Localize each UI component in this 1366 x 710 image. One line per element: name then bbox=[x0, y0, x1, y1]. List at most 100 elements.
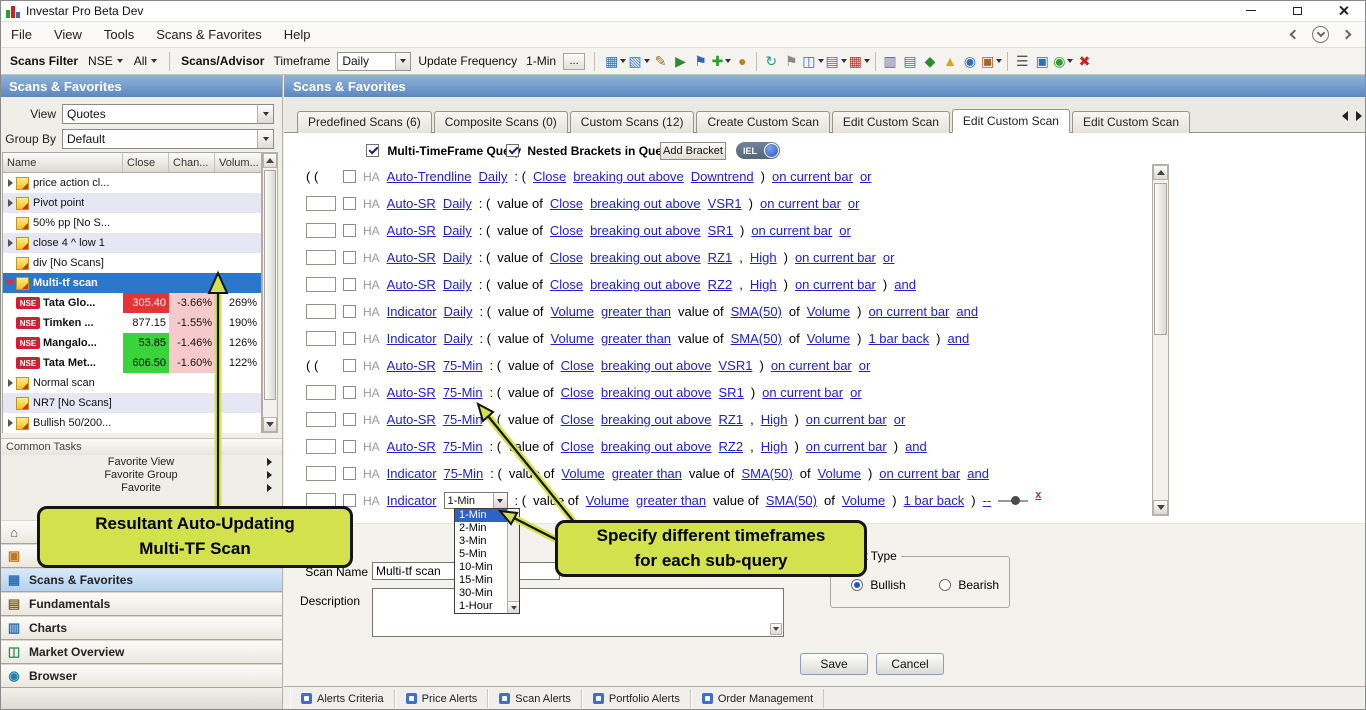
scan-row-nr7-no-scans[interactable]: NR7 [No Scans] bbox=[3, 393, 261, 413]
scroll-down-button[interactable] bbox=[263, 417, 277, 432]
bottom-tab-price-alerts[interactable]: Price Alerts bbox=[395, 689, 489, 708]
query-link-high[interactable]: High bbox=[761, 439, 788, 454]
save-layout-icon[interactable]: ▣ bbox=[1032, 51, 1052, 72]
row-checkbox[interactable] bbox=[343, 359, 356, 372]
query-link-auto-sr[interactable]: Auto-SR bbox=[387, 223, 436, 238]
scan-row-div-no-scans[interactable]: div [No Scans] bbox=[3, 253, 261, 273]
query-link-on-current-bar[interactable]: on current bar bbox=[772, 169, 853, 184]
row-checkbox[interactable] bbox=[343, 467, 356, 480]
query-link-sma-50[interactable]: SMA(50) bbox=[766, 493, 817, 508]
query-link-breaking-out-above[interactable]: breaking out above bbox=[601, 439, 712, 454]
maximize-button[interactable] bbox=[1274, 0, 1320, 22]
query-link-rz2[interactable]: RZ2 bbox=[708, 277, 733, 292]
query-link-rz1[interactable]: RZ1 bbox=[708, 250, 733, 265]
save-button[interactable]: Save bbox=[800, 653, 868, 675]
row-checkbox[interactable] bbox=[343, 278, 356, 291]
scan-row-price-action-cl[interactable]: price action cl... bbox=[3, 173, 261, 193]
query-link-volume[interactable]: Volume bbox=[842, 493, 885, 508]
query-link-auto-sr[interactable]: Auto-SR bbox=[387, 412, 436, 427]
query-link-close[interactable]: Close bbox=[561, 412, 594, 427]
query-link-close[interactable]: Close bbox=[561, 385, 594, 400]
chart-compare-icon[interactable]: ▦ bbox=[848, 51, 871, 72]
tab-edit-custom-scan-5[interactable]: Edit Custom Scan bbox=[832, 111, 950, 133]
expand-arrow-icon[interactable] bbox=[5, 179, 15, 187]
tab-predefined-scans-6-1[interactable]: Predefined Scans (6) bbox=[297, 111, 432, 133]
menu-item-scans-favorites[interactable]: Scans & Favorites bbox=[145, 22, 273, 47]
scrollbar-thumb[interactable] bbox=[1154, 183, 1167, 335]
tab-edit-custom-scan-6[interactable]: Edit Custom Scan bbox=[952, 109, 1070, 133]
query-link-vsr1[interactable]: VSR1 bbox=[708, 196, 742, 211]
sidebar-item-charts[interactable]: ▥Charts bbox=[0, 616, 282, 640]
combo-caret-button[interactable] bbox=[257, 105, 273, 123]
column-header-name[interactable]: Name bbox=[3, 153, 123, 172]
query-link-75-min[interactable]: 75-Min bbox=[443, 412, 483, 427]
tab-custom-scans-12-3[interactable]: Custom Scans (12) bbox=[570, 111, 695, 133]
query-link-vsr1[interactable]: VSR1 bbox=[719, 358, 753, 373]
query-link-auto-sr[interactable]: Auto-SR bbox=[387, 385, 436, 400]
row-edit-box[interactable] bbox=[306, 385, 336, 400]
expand-arrow-icon[interactable] bbox=[5, 419, 15, 427]
disconnect-icon[interactable]: ✖ bbox=[1074, 51, 1094, 72]
menu-item-help[interactable]: Help bbox=[273, 22, 322, 47]
nav-dropdown-icon[interactable] bbox=[1312, 26, 1329, 43]
query-link-close[interactable]: Close bbox=[550, 196, 583, 211]
add-alert-icon[interactable]: ✚ bbox=[711, 51, 733, 72]
query-link-1-bar-back[interactable]: 1 bar back bbox=[904, 493, 965, 508]
query-link-rz2[interactable]: RZ2 bbox=[719, 439, 744, 454]
query-link-on-current-bar[interactable]: on current bar bbox=[795, 277, 876, 292]
query-link-on-current-bar[interactable]: on current bar bbox=[806, 412, 887, 427]
menu-item-tools[interactable]: Tools bbox=[93, 22, 145, 47]
scan-manage-icon[interactable]: ▧ bbox=[627, 51, 650, 72]
bottom-tab-order-management[interactable]: Order Management bbox=[691, 689, 824, 708]
user-profile-icon[interactable]: ◉ bbox=[1052, 51, 1074, 72]
query-link-on-current-bar[interactable]: on current bar bbox=[868, 304, 949, 319]
query-link-or[interactable]: or bbox=[883, 250, 895, 265]
row-checkbox[interactable] bbox=[343, 251, 356, 264]
cancel-button[interactable]: Cancel bbox=[876, 653, 944, 675]
column-header-volum[interactable]: Volum... bbox=[215, 153, 261, 172]
dropdown-option-3-min[interactable]: 3-Min bbox=[455, 535, 507, 548]
warning-icon[interactable]: ▲ bbox=[940, 51, 960, 72]
query-link-on-current-bar[interactable]: on current bar bbox=[762, 385, 843, 400]
query-link-volume[interactable]: Volume bbox=[551, 331, 594, 346]
common-task-favorite-view[interactable]: Favorite View bbox=[0, 455, 282, 468]
data-table-icon[interactable]: ▥ bbox=[880, 51, 900, 72]
scan-row-normal-scan[interactable]: Normal scan bbox=[3, 373, 261, 393]
tab-create-custom-scan-4[interactable]: Create Custom Scan bbox=[696, 111, 829, 133]
column-header-chan[interactable]: Chan... bbox=[169, 153, 215, 172]
refresh-icon[interactable]: ↻ bbox=[761, 51, 781, 72]
query-scrollbar[interactable] bbox=[1152, 164, 1169, 516]
query-link-auto-sr[interactable]: Auto-SR bbox=[387, 439, 436, 454]
row-edit-box[interactable] bbox=[306, 466, 336, 481]
query-link-and[interactable]: and bbox=[894, 277, 916, 292]
stock-row-tata-glo[interactable]: NSETata Glo...305.40-3.66%269% bbox=[3, 293, 261, 313]
nav-forward-icon[interactable] bbox=[1342, 30, 1352, 40]
query-link-breaking-out-above[interactable]: breaking out above bbox=[590, 277, 701, 292]
combo-caret-button[interactable] bbox=[395, 53, 410, 70]
query-link-75-min[interactable]: 75-Min bbox=[443, 385, 483, 400]
print-icon[interactable]: ☰ bbox=[1012, 51, 1032, 72]
bottom-tab-alerts-criteria[interactable]: Alerts Criteria bbox=[290, 689, 395, 708]
stock-row-timken[interactable]: NSETimken ...877.15-1.55%190% bbox=[3, 313, 261, 333]
scan-list-icon[interactable]: ▦ bbox=[604, 51, 627, 72]
sidebar-item-market-overview[interactable]: ◫Market Overview bbox=[0, 640, 282, 664]
scroll-down-button[interactable] bbox=[770, 623, 782, 635]
query-link-and[interactable]: and bbox=[948, 331, 970, 346]
query-link-indicator[interactable]: Indicator bbox=[387, 331, 437, 346]
query-link-greater-than[interactable]: greater than bbox=[601, 304, 671, 319]
query-link-breaking-out-above[interactable]: breaking out above bbox=[590, 250, 701, 265]
row-checkbox[interactable] bbox=[343, 197, 356, 210]
row-edit-box[interactable] bbox=[306, 277, 336, 292]
query-link-daily[interactable]: Daily bbox=[444, 304, 473, 319]
row-checkbox[interactable] bbox=[343, 332, 356, 345]
query-link-daily[interactable]: Daily bbox=[443, 223, 472, 238]
combo-caret-button[interactable] bbox=[493, 493, 507, 508]
description-textarea[interactable] bbox=[372, 588, 784, 637]
query-link-on-current-bar[interactable]: on current bar bbox=[879, 466, 960, 481]
multi-timeframe-query-checkbox[interactable] bbox=[366, 144, 379, 157]
expand-arrow-icon[interactable] bbox=[5, 199, 15, 207]
dropdown-option-2-min[interactable]: 2-Min bbox=[455, 522, 507, 535]
query-link-daily[interactable]: Daily bbox=[443, 250, 472, 265]
query-link-sr1[interactable]: SR1 bbox=[708, 223, 733, 238]
query-link-close[interactable]: Close bbox=[550, 277, 583, 292]
